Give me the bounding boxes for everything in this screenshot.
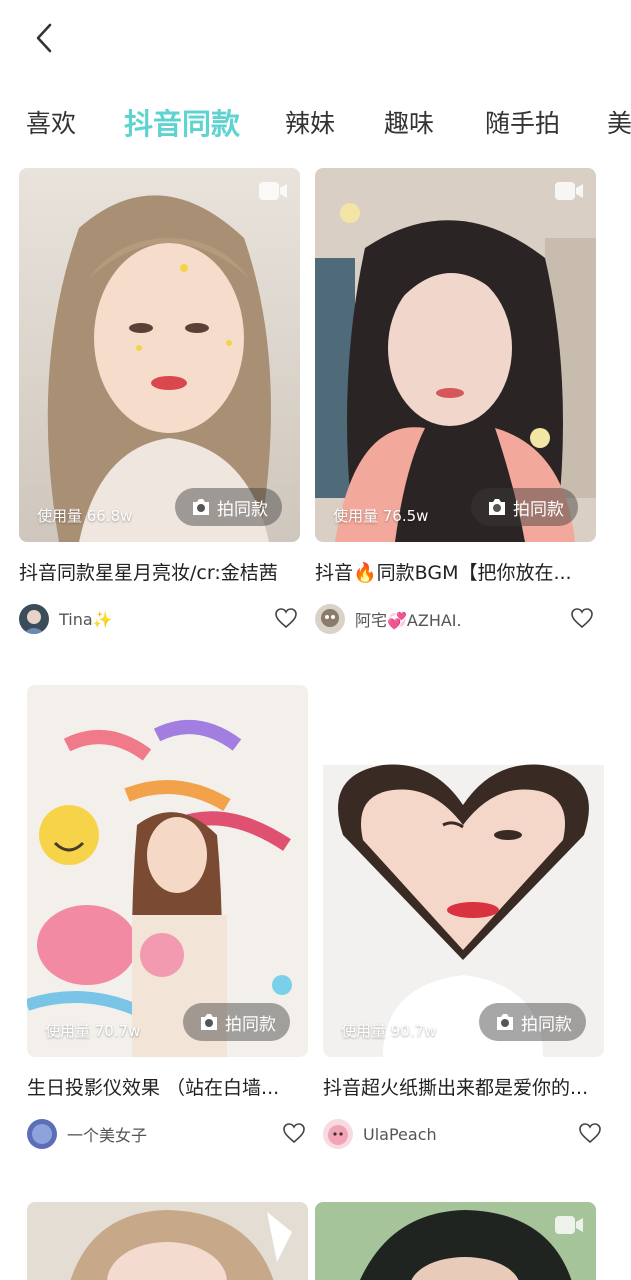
category-tabs: 喜欢 抖音同款 辣妹 趣味 随手拍 美 (0, 96, 631, 152)
effect-thumbnail[interactable]: 使用量 90.7w 拍同款 (323, 685, 604, 1057)
avatar[interactable] (323, 1119, 353, 1149)
thumbnail-image (323, 685, 604, 1057)
effect-card[interactable]: 使用量 70.7w 拍同款 生日投影仪效果 （站在白墙... 一个美女子 (27, 685, 308, 1150)
usage-count: 使用量 70.7w (45, 1022, 141, 1040)
camera-icon (193, 499, 209, 515)
username[interactable]: Tina✨ (59, 610, 113, 629)
chevron-left-icon (36, 23, 52, 53)
effect-card[interactable]: 使用量 90.7w 拍同款 抖音超火纸撕出来都是爱你的... UlaPeach (323, 685, 604, 1150)
effect-title[interactable]: 生日投影仪效果 （站在白墙... (27, 1073, 308, 1100)
camera-icon (497, 1014, 513, 1030)
effect-title[interactable]: 抖音同款星星月亮妆/cr:金桔茜 (19, 558, 300, 585)
effect-card[interactable]: 使用量 66.8w 拍同款 抖音同款星星月亮妆/cr:金桔茜 Tina✨ (19, 168, 300, 635)
tab-douyin-same[interactable]: 抖音同款 (124, 101, 240, 143)
heart-icon[interactable] (578, 1122, 602, 1144)
effect-thumbnail[interactable]: 使用量 66.8w 拍同款 (19, 168, 300, 542)
thumbnail-image (19, 168, 300, 542)
back-button[interactable] (26, 18, 62, 58)
thumbnail-image (27, 1202, 308, 1280)
shoot-same-label: 拍同款 (217, 499, 268, 520)
video-icon (555, 1216, 583, 1234)
heart-icon[interactable] (570, 607, 594, 629)
usage-count: 使用量 76.5w (333, 507, 429, 525)
usage-count: 使用量 90.7w (341, 1022, 437, 1040)
shoot-same-label: 拍同款 (521, 1014, 572, 1035)
usage-count: 使用量 66.8w (37, 507, 133, 525)
tab-hot-girl[interactable]: 辣妹 (285, 104, 335, 140)
effect-title[interactable]: 抖音超火纸撕出来都是爱你的... (323, 1073, 604, 1100)
effect-thumbnail[interactable]: 使用量 76.5w 拍同款 (315, 168, 596, 542)
shoot-same-label: 拍同款 (225, 1014, 276, 1035)
video-icon (259, 182, 287, 200)
avatar[interactable] (19, 604, 49, 634)
effect-thumbnail[interactable] (27, 1202, 308, 1280)
shoot-same-button[interactable]: 拍同款 (471, 488, 578, 526)
username[interactable]: 一个美女子 (67, 1122, 147, 1146)
video-icon (555, 182, 583, 200)
heart-icon[interactable] (274, 607, 298, 629)
author-row: UlaPeach (323, 1118, 604, 1150)
avatar[interactable] (27, 1119, 57, 1149)
username[interactable]: UlaPeach (363, 1125, 437, 1144)
thumbnail-image (27, 685, 308, 1057)
author-row: 阿宅💞AZHAI. (315, 603, 596, 635)
camera-icon (489, 499, 505, 515)
heart-icon[interactable] (282, 1122, 306, 1144)
header (0, 0, 631, 90)
shoot-same-button[interactable]: 拍同款 (175, 488, 282, 526)
shoot-same-button[interactable]: 拍同款 (479, 1003, 586, 1041)
effect-card[interactable]: 使用量 76.5w 拍同款 抖音🔥同款BGM【把你放在... 阿宅💞AZHAI. (315, 168, 596, 635)
tab-like[interactable]: 喜欢 (26, 104, 76, 140)
shoot-same-button[interactable]: 拍同款 (183, 1003, 290, 1041)
camera-icon (201, 1014, 217, 1030)
tab-beauty[interactable]: 美 (607, 104, 631, 140)
effect-title[interactable]: 抖音🔥同款BGM【把你放在... (315, 558, 596, 585)
avatar[interactable] (315, 604, 345, 634)
thumbnail-image (315, 168, 596, 542)
shoot-same-label: 拍同款 (513, 499, 564, 520)
author-row: Tina✨ (19, 603, 300, 635)
username[interactable]: 阿宅💞AZHAI. (355, 607, 462, 631)
tab-casual-shot[interactable]: 随手拍 (485, 104, 560, 140)
effect-thumbnail[interactable]: 使用量 70.7w 拍同款 (27, 685, 308, 1057)
author-row: 一个美女子 (27, 1118, 308, 1150)
effect-thumbnail[interactable] (315, 1202, 596, 1280)
tab-fun[interactable]: 趣味 (384, 104, 434, 140)
